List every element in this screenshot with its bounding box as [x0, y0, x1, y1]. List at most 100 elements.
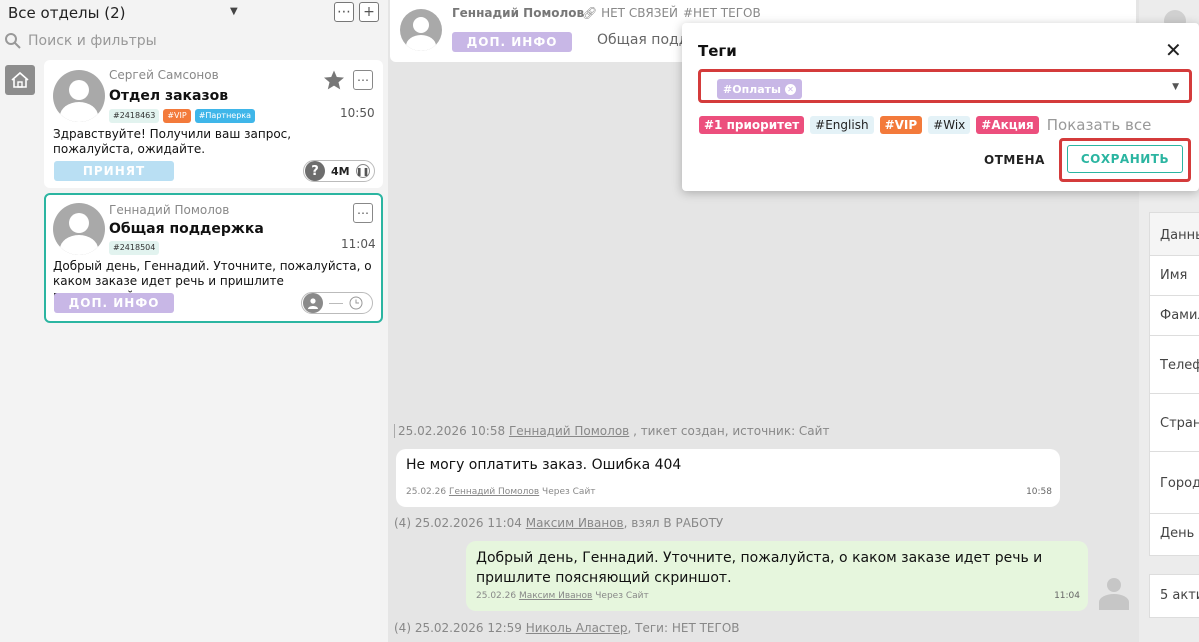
event-text: , Теги: НЕТ ТЕГОВ [627, 621, 740, 635]
message-incoming: Не могу оплатить заказ. Ошибка 404 25.02… [396, 449, 1060, 507]
show-all-link[interactable]: Показать все [1047, 116, 1152, 134]
ticket-time: 11:04 [341, 237, 376, 251]
links-label: НЕТ СВЯЗЕЙ [601, 6, 679, 20]
message-text: Не могу оплатить заказ. Ошибка 404 [406, 457, 682, 473]
search-icon [5, 33, 21, 49]
home-icon [11, 71, 29, 88]
tag-option[interactable]: #English [810, 116, 874, 134]
pause-icon[interactable]: ❚❚ [355, 164, 370, 178]
status-badge[interactable]: ДОП. ИНФО [54, 293, 174, 313]
search-input[interactable]: Поиск и фильтры [28, 33, 157, 49]
close-icon[interactable]: ✕ [1165, 40, 1182, 60]
event-user-link[interactable]: Геннадий Помолов [509, 424, 629, 438]
system-event: 25.02.2026 10:58 Геннадий Помолов , тике… [394, 424, 829, 438]
tag-option[interactable]: #Акция [976, 116, 1039, 134]
agent-avatar [1099, 578, 1129, 610]
wait-timer: ? 4М ❚❚ [303, 160, 375, 182]
ticket-menu-button[interactable]: ⋯ [353, 70, 373, 90]
active-tickets[interactable]: 5 акти [1149, 574, 1199, 618]
partner-tag: #Партнерка [194, 109, 256, 123]
tag-option[interactable]: #VIP [879, 116, 923, 134]
message-author-link[interactable]: Геннадий Помолов [449, 487, 539, 497]
wait-time: 4М [331, 164, 350, 178]
selected-tag: #Оплаты ✕ [717, 79, 802, 99]
assignee-timer [301, 292, 373, 314]
save-button[interactable]: СОХРАНИТЬ [1067, 145, 1183, 173]
cancel-button[interactable]: ОТМЕНА [984, 153, 1045, 167]
event-user-link[interactable]: Максим Иванов [526, 516, 624, 530]
avatar [53, 203, 105, 255]
star-icon[interactable] [323, 69, 345, 91]
home-button[interactable] [5, 65, 35, 95]
ticket-tags: #2418504 [109, 241, 160, 255]
message-source: Через Сайт [592, 591, 649, 601]
left-rail [0, 62, 40, 642]
chevron-down-icon[interactable]: ▼ [1172, 82, 1179, 92]
message-source: Через Сайт [539, 487, 596, 497]
clock-icon [349, 296, 363, 310]
message-author-link[interactable]: Максим Иванов [519, 591, 592, 601]
event-time: (4) 25.02.2026 12:59 [394, 621, 526, 635]
message-text: Добрый день, Геннадий. Уточните, пожалуй… [476, 550, 1043, 586]
field-surname[interactable]: Фамил [1149, 296, 1199, 336]
link-icon: 🔗︎ [582, 6, 598, 20]
ticket-list: Сергей Самсонов ⋯ Отдел заказов #2418463… [40, 56, 388, 642]
left-header: Все отделы (2) ▼ ⋯ + Поиск и фильтры [0, 0, 388, 62]
save-highlight: СОХРАНИТЬ [1059, 138, 1191, 182]
avatar [400, 9, 442, 51]
links-indicator[interactable]: 🔗︎ НЕТ СВЯЗЕЙ [582, 6, 678, 20]
tag-option[interactable]: #Wix [928, 116, 971, 134]
system-event: (4) 25.02.2026 11:04 Максим Иванов, взял… [394, 516, 723, 530]
ticket-tags: #2418463 #VIP #Партнерка [109, 109, 256, 123]
event-text: , взял В РАБОТУ [623, 516, 724, 530]
message-time: 10:58 [1026, 487, 1052, 497]
event-time: 25.02.2026 10:58 [398, 424, 506, 438]
message-time: 11:04 [1054, 591, 1080, 601]
field-name[interactable]: Имя [1149, 256, 1199, 296]
ticket-title: Отдел заказов [109, 88, 229, 104]
question-icon: ? [305, 161, 325, 181]
tags-select[interactable]: #Оплаты ✕ ▼ [698, 69, 1192, 103]
message-meta: 25.02.26 Максим Иванов Через Сайт [476, 591, 649, 601]
modal-title: Теги [698, 42, 737, 60]
field-country[interactable]: Стран [1149, 394, 1199, 452]
ticket-author: Сергей Самсонов [109, 68, 219, 82]
department-label: Общая подд [597, 32, 689, 48]
search-filters[interactable]: Поиск и фильтры [4, 32, 157, 50]
message-outgoing: Добрый день, Геннадий. Уточните, пожалуй… [466, 541, 1088, 611]
event-time: (4) 25.02.2026 11:04 [394, 516, 526, 530]
divider [329, 302, 343, 304]
status-badge[interactable]: ПРИНЯТ [54, 161, 174, 181]
client-name[interactable]: Геннадий Помолов [452, 6, 584, 20]
field-birthday[interactable]: День р [1149, 514, 1199, 556]
user-icon [303, 293, 323, 313]
message-meta: 25.02.26 Геннадий Помолов Через Сайт [406, 487, 596, 497]
event-text: , тикет создан, источник: Сайт [629, 424, 830, 438]
add-button[interactable]: + [359, 2, 379, 22]
selected-tag-label: #Оплаты [723, 82, 781, 96]
field-city[interactable]: Город [1149, 452, 1199, 514]
chevron-down-icon[interactable]: ▼ [230, 6, 238, 17]
tags-modal: Теги ✕ #Оплаты ✕ ▼ #1 приоритет #English… [682, 23, 1199, 191]
tag-suggestions: #1 приоритет #English #VIP #Wix #Акция П… [699, 116, 1151, 134]
ticket-time: 10:50 [340, 106, 375, 120]
ticket-author: Геннадий Помолов [109, 203, 230, 217]
tag-option[interactable]: #1 приоритет [699, 116, 805, 134]
ticket-preview: Здравствуйте! Получили ваш запрос, пожал… [53, 127, 292, 156]
department-select[interactable]: Все отделы (2) [8, 4, 126, 22]
header-tags[interactable]: #НЕТ ТЕГОВ [683, 6, 761, 20]
vip-tag: #VIP [163, 109, 191, 123]
ticket-card[interactable]: Сергей Самсонов ⋯ Отдел заказов #2418463… [44, 60, 383, 188]
event-user-link[interactable]: Николь Аластер [526, 621, 628, 635]
client-data-header: Данны [1149, 212, 1199, 256]
ticket-menu-button[interactable]: ⋯ [353, 203, 373, 223]
message-date: 25.02.26 [406, 487, 447, 497]
more-options-button[interactable]: ⋯ [334, 2, 354, 22]
ticket-id-tag: #2418504 [109, 241, 160, 255]
remove-tag-icon[interactable]: ✕ [784, 83, 796, 95]
field-phone[interactable]: Телеф [1149, 336, 1199, 394]
avatar [53, 70, 105, 122]
system-event: (4) 25.02.2026 12:59 Николь Аластер, Тег… [394, 621, 740, 635]
ticket-card-selected[interactable]: Геннадий Помолов ⋯ Общая поддержка #2418… [44, 193, 383, 323]
status-badge[interactable]: ДОП. ИНФО [452, 32, 572, 52]
